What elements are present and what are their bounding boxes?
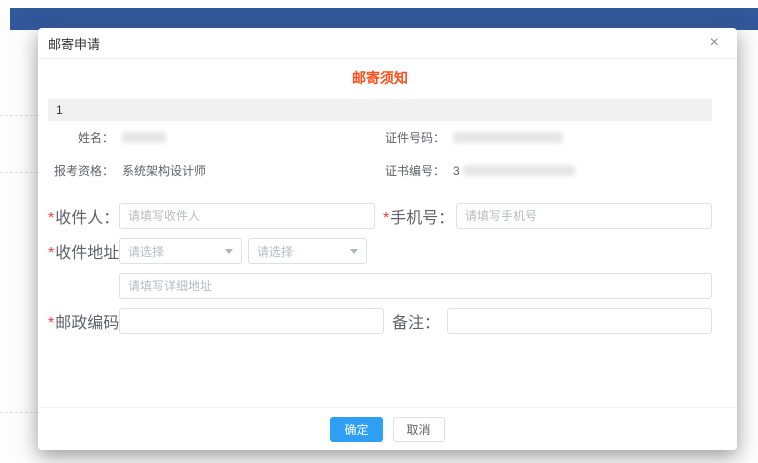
chevron-down-icon [225, 249, 233, 254]
phone-input[interactable] [456, 203, 712, 229]
cert-number-label: 证书编号： [379, 162, 445, 179]
id-number-label: 证件号码： [379, 129, 445, 146]
address-label: *收件地址： [48, 239, 114, 263]
detail-address-wrap [119, 273, 712, 299]
postcode-label: *邮政编码： [48, 309, 114, 333]
page-background: 邮寄申请 × 邮寄须知 1 姓名： 证件号码： 报考资格： 系统架构设计师 [0, 0, 758, 463]
info-row-name-id: 姓名： 证件号码： [48, 121, 712, 154]
detail-address-input[interactable] [119, 273, 712, 299]
name-field: 姓名： [48, 129, 371, 146]
background-table-line [0, 412, 38, 413]
province-select[interactable]: 请选择 [119, 238, 242, 264]
cert-number-value: 3 [453, 164, 575, 178]
dialog-body: 邮寄须知 1 姓名： 证件号码： 报考资格： 系统架构设计师 证书编号： [38, 68, 737, 416]
chevron-down-icon [350, 249, 358, 254]
redacted-name-value [122, 132, 166, 143]
id-number-field: 证件号码： [371, 129, 712, 146]
postcode-input[interactable] [119, 308, 384, 334]
form-row-postcode-remark: *邮政编码： 备注： [48, 308, 712, 334]
qualification-label: 报考资格： [48, 162, 114, 179]
province-select-value: 请选择 [128, 243, 164, 260]
redacted-cert-value [463, 165, 575, 176]
form-row-address-selects: *收件地址： 请选择 请选择 [48, 238, 712, 264]
name-label: 姓名： [48, 129, 114, 146]
required-mark: * [383, 210, 389, 227]
background-table-line [0, 172, 38, 173]
page-top-strip [0, 0, 758, 8]
required-mark: * [48, 315, 54, 332]
recipient-input[interactable] [119, 203, 375, 229]
confirm-button[interactable]: 确定 [330, 417, 382, 442]
required-mark: * [48, 245, 54, 262]
qualification-field: 报考资格： 系统架构设计师 [48, 162, 371, 179]
recipient-label: *收件人： [48, 204, 114, 228]
phone-label: *手机号： [383, 204, 449, 228]
required-mark: * [48, 210, 54, 227]
dialog-title: 邮寄申请 [48, 34, 100, 53]
redacted-id-value [453, 132, 563, 143]
cancel-button[interactable]: 取消 [393, 417, 445, 442]
cert-number-field: 证书编号： 3 [371, 162, 712, 179]
remark-label: 备注： [392, 309, 440, 333]
qualification-value: 系统架构设计师 [122, 162, 206, 179]
close-icon[interactable]: × [706, 33, 723, 53]
form-row-recipient-phone: *收件人： *手机号： [48, 203, 712, 229]
mail-application-dialog: 邮寄申请 × 邮寄须知 1 姓名： 证件号码： 报考资格： 系统架构设计师 [38, 28, 737, 450]
dialog-header: 邮寄申请 × [38, 28, 737, 59]
cert-number-prefix: 3 [453, 164, 460, 178]
top-navigation-bar [10, 8, 758, 30]
city-select[interactable]: 请选择 [248, 238, 367, 264]
name-value [122, 132, 166, 143]
record-index-bar: 1 [48, 99, 712, 121]
background-table-line [0, 115, 38, 116]
info-row-qualification-cert: 报考资格： 系统架构设计师 证书编号： 3 [48, 154, 712, 187]
form-row-detail-address [48, 273, 712, 299]
id-number-value [453, 132, 563, 143]
mailing-notice-title: 邮寄须知 [48, 68, 712, 88]
remark-input[interactable] [447, 308, 712, 334]
dialog-footer: 确定 取消 [38, 407, 737, 450]
city-select-value: 请选择 [257, 243, 293, 260]
